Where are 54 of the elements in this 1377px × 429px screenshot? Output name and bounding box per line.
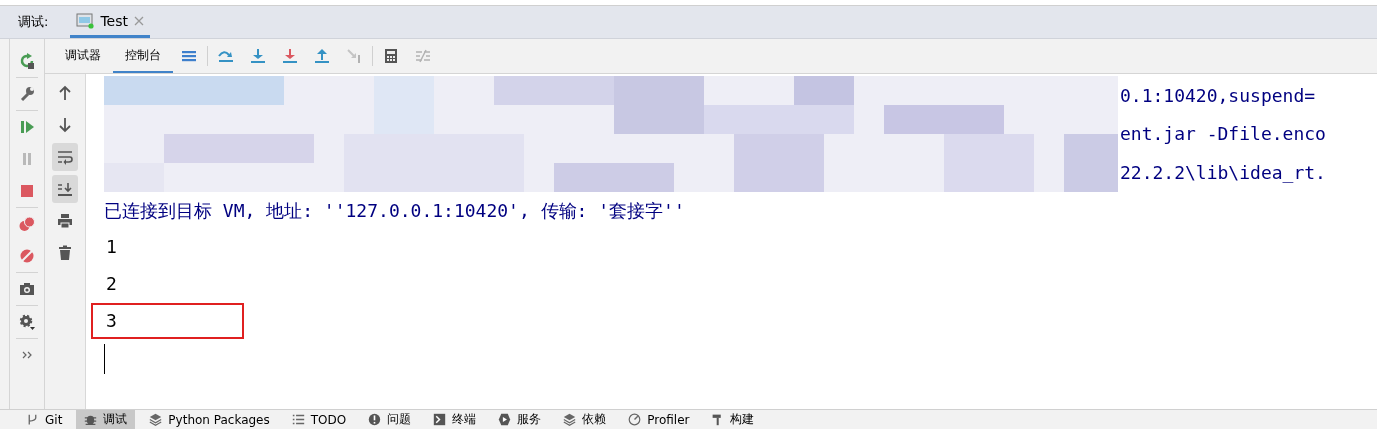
stop-icon[interactable] — [19, 183, 35, 199]
arrow-down-icon[interactable] — [282, 48, 298, 64]
list-icon — [291, 413, 305, 426]
console-line: 22.2.2\lib\idea_rt. — [1120, 161, 1326, 186]
console-output: 2 — [105, 272, 118, 296]
tool-window-tab[interactable]: Git — [18, 410, 71, 429]
console-line: ent.jar -Dfile.enco — [1120, 122, 1326, 147]
gauge-icon — [628, 413, 642, 426]
bug-icon — [84, 413, 98, 426]
printer-icon — [57, 213, 73, 229]
branch-icon — [26, 413, 39, 426]
gear-icon[interactable] — [19, 314, 35, 330]
soft-wrap-icon — [57, 149, 73, 165]
layers-icon — [563, 413, 577, 426]
menu-icon[interactable] — [181, 48, 197, 64]
panel-label: 调试: — [18, 13, 49, 31]
scroll-to-end-icon — [57, 181, 73, 197]
layers-icon — [149, 413, 163, 426]
arrow-down-icon — [57, 117, 73, 133]
toolbar-tab[interactable]: 调试器 — [53, 39, 113, 73]
rerun-icon[interactable] — [19, 53, 35, 69]
resume-icon[interactable] — [19, 119, 35, 135]
arrow-up-icon[interactable] — [314, 48, 330, 64]
trash-icon — [57, 245, 73, 261]
console-output: 3 — [91, 303, 244, 339]
warning-icon — [368, 413, 382, 426]
arrow-down-icon[interactable] — [250, 48, 266, 64]
tool-window-tab[interactable]: 服务 — [490, 410, 550, 429]
terminal-icon — [433, 413, 447, 426]
console-message: 已连接到目标 VM, 地址: ''127.0.0.1:10420', 传输: '套接字'' — [104, 199, 686, 223]
calculator-icon[interactable] — [383, 48, 399, 64]
console-output: 1 — [105, 235, 118, 259]
tool-window-tab[interactable]: Profiler — [620, 410, 698, 429]
tool-window-tab[interactable]: 终端 — [425, 410, 485, 429]
close-icon[interactable] — [133, 15, 144, 26]
mute-breakpoints-icon[interactable] — [19, 248, 35, 264]
step-over-icon[interactable] — [218, 48, 234, 64]
tool-window-tab[interactable]: TODO — [283, 410, 355, 429]
console-window-icon — [76, 12, 95, 29]
camera-icon[interactable] — [19, 281, 35, 297]
console-line: 0.1:10420,suspend= — [1120, 83, 1317, 108]
breakpoints-icon[interactable] — [19, 216, 35, 232]
toolbar-tab[interactable]: 控制台 — [113, 39, 173, 73]
soft-wrap-toggle[interactable] — [52, 143, 78, 171]
services-icon — [498, 413, 512, 426]
wrench-icon[interactable] — [19, 86, 35, 102]
scroll-to-end-toggle[interactable] — [52, 175, 78, 203]
tool-window-tab[interactable]: 问题 — [360, 410, 420, 429]
tool-window-tab[interactable]: Python Packages — [141, 410, 278, 429]
tool-window-tab[interactable]: 依赖 — [555, 410, 615, 429]
tool-window-tab[interactable]: 构建 — [703, 410, 763, 429]
text-cursor — [104, 344, 105, 374]
tool-window-tab[interactable]: 调试 — [76, 410, 136, 429]
arrow-up-icon — [57, 85, 73, 101]
